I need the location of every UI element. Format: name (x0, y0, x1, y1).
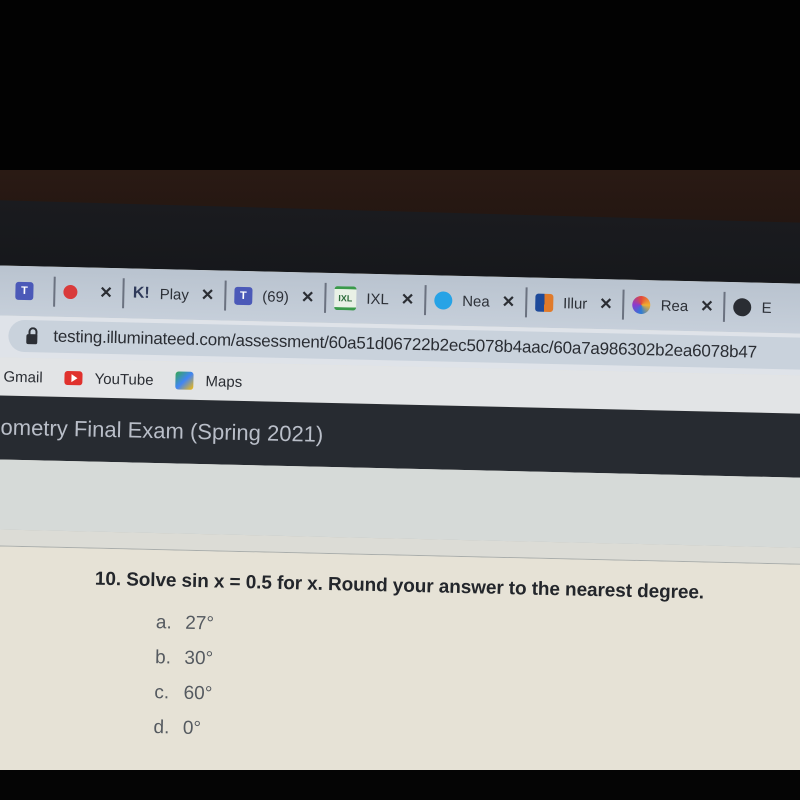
kahoot-icon: K! (132, 284, 150, 302)
bookmark-youtube[interactable]: YouTube (64, 369, 154, 389)
tab-illuminate[interactable]: Illur ✕ (526, 287, 626, 320)
close-icon[interactable]: ✕ (301, 287, 315, 307)
bookmark-label: Gmail (3, 368, 43, 386)
question-number: 10. (94, 568, 122, 591)
answer-choices: a. 27° b. 30° c. 60° d. 0° (153, 605, 214, 746)
close-icon[interactable]: ✕ (401, 290, 415, 310)
tab-kahoot[interactable]: K! Play ✕ (124, 278, 227, 311)
nearpod-icon (434, 291, 453, 310)
bookmark-label: Maps (205, 372, 243, 391)
lock-icon[interactable] (26, 333, 38, 344)
choice-c[interactable]: c. 60° (154, 675, 213, 711)
url-text[interactable]: testing.illuminateed.com/assessment/60a5… (53, 327, 757, 363)
read-icon (632, 295, 651, 315)
tab-label: (69) (262, 287, 290, 306)
photo-background-top (0, 0, 800, 170)
record-icon (63, 284, 78, 300)
choice-letter: a. (155, 612, 173, 634)
choice-value: 27° (184, 612, 215, 635)
close-icon[interactable]: ✕ (201, 285, 215, 305)
illuminate-icon (534, 293, 554, 313)
tab-teams[interactable]: T (7, 275, 56, 307)
question-text: 10. Solve sin x = 0.5 for x. Round your … (95, 569, 705, 605)
globe-icon (733, 298, 752, 317)
maps-icon (175, 371, 194, 390)
choice-value: 30° (184, 647, 214, 670)
tab-label: Play (159, 285, 190, 304)
tab-label: IXL (366, 290, 390, 308)
exam-title: eometry Final Exam (Spring 2021) (0, 414, 324, 447)
teams-icon: T (234, 286, 253, 306)
tab-label: Rea (660, 296, 689, 315)
close-icon[interactable]: ✕ (599, 294, 613, 314)
choice-letter: d. (153, 717, 170, 739)
tab-globe[interactable]: E (725, 292, 782, 323)
ixl-icon: IXL (334, 286, 357, 311)
tab-label: E (761, 299, 772, 317)
teams-icon: T (15, 281, 34, 301)
tab-ixl[interactable]: IXL IXL ✕ (325, 282, 427, 316)
tab-read[interactable]: Rea ✕ (624, 289, 726, 322)
question-prompt: Solve sin x = 0.5 for x. Round your answ… (125, 569, 705, 604)
choice-b[interactable]: b. 30° (155, 640, 214, 676)
close-icon[interactable]: ✕ (700, 296, 714, 316)
choice-letter: b. (154, 647, 172, 669)
tab-nearpod[interactable]: Nea ✕ (425, 285, 528, 318)
photo-background-bottom (0, 770, 800, 800)
bookmark-gmail[interactable]: Gmail (3, 368, 43, 386)
browser-window: T ✕ K! Play ✕ T (69) ✕ IXL IXL ✕ Nea ✕ I… (0, 265, 800, 790)
bookmark-maps[interactable]: Maps (175, 371, 242, 391)
tab-record[interactable]: ✕ (55, 276, 126, 309)
tab-label: Nea (462, 292, 490, 311)
choice-d[interactable]: d. 0° (153, 710, 212, 746)
choice-letter: c. (154, 682, 170, 704)
choice-a[interactable]: a. 27° (156, 605, 215, 641)
tab-label: Illur (562, 294, 588, 313)
close-icon[interactable]: ✕ (99, 283, 113, 303)
bookmark-label: YouTube (94, 370, 154, 389)
question-panel: 10. Solve sin x = 0.5 for x. Round your … (0, 546, 800, 790)
choice-value: 0° (182, 717, 202, 740)
choice-value: 60° (183, 682, 213, 705)
tab-teams-chat[interactable]: T (69) ✕ (225, 280, 327, 313)
close-icon[interactable]: ✕ (502, 292, 516, 312)
youtube-icon (64, 370, 83, 386)
